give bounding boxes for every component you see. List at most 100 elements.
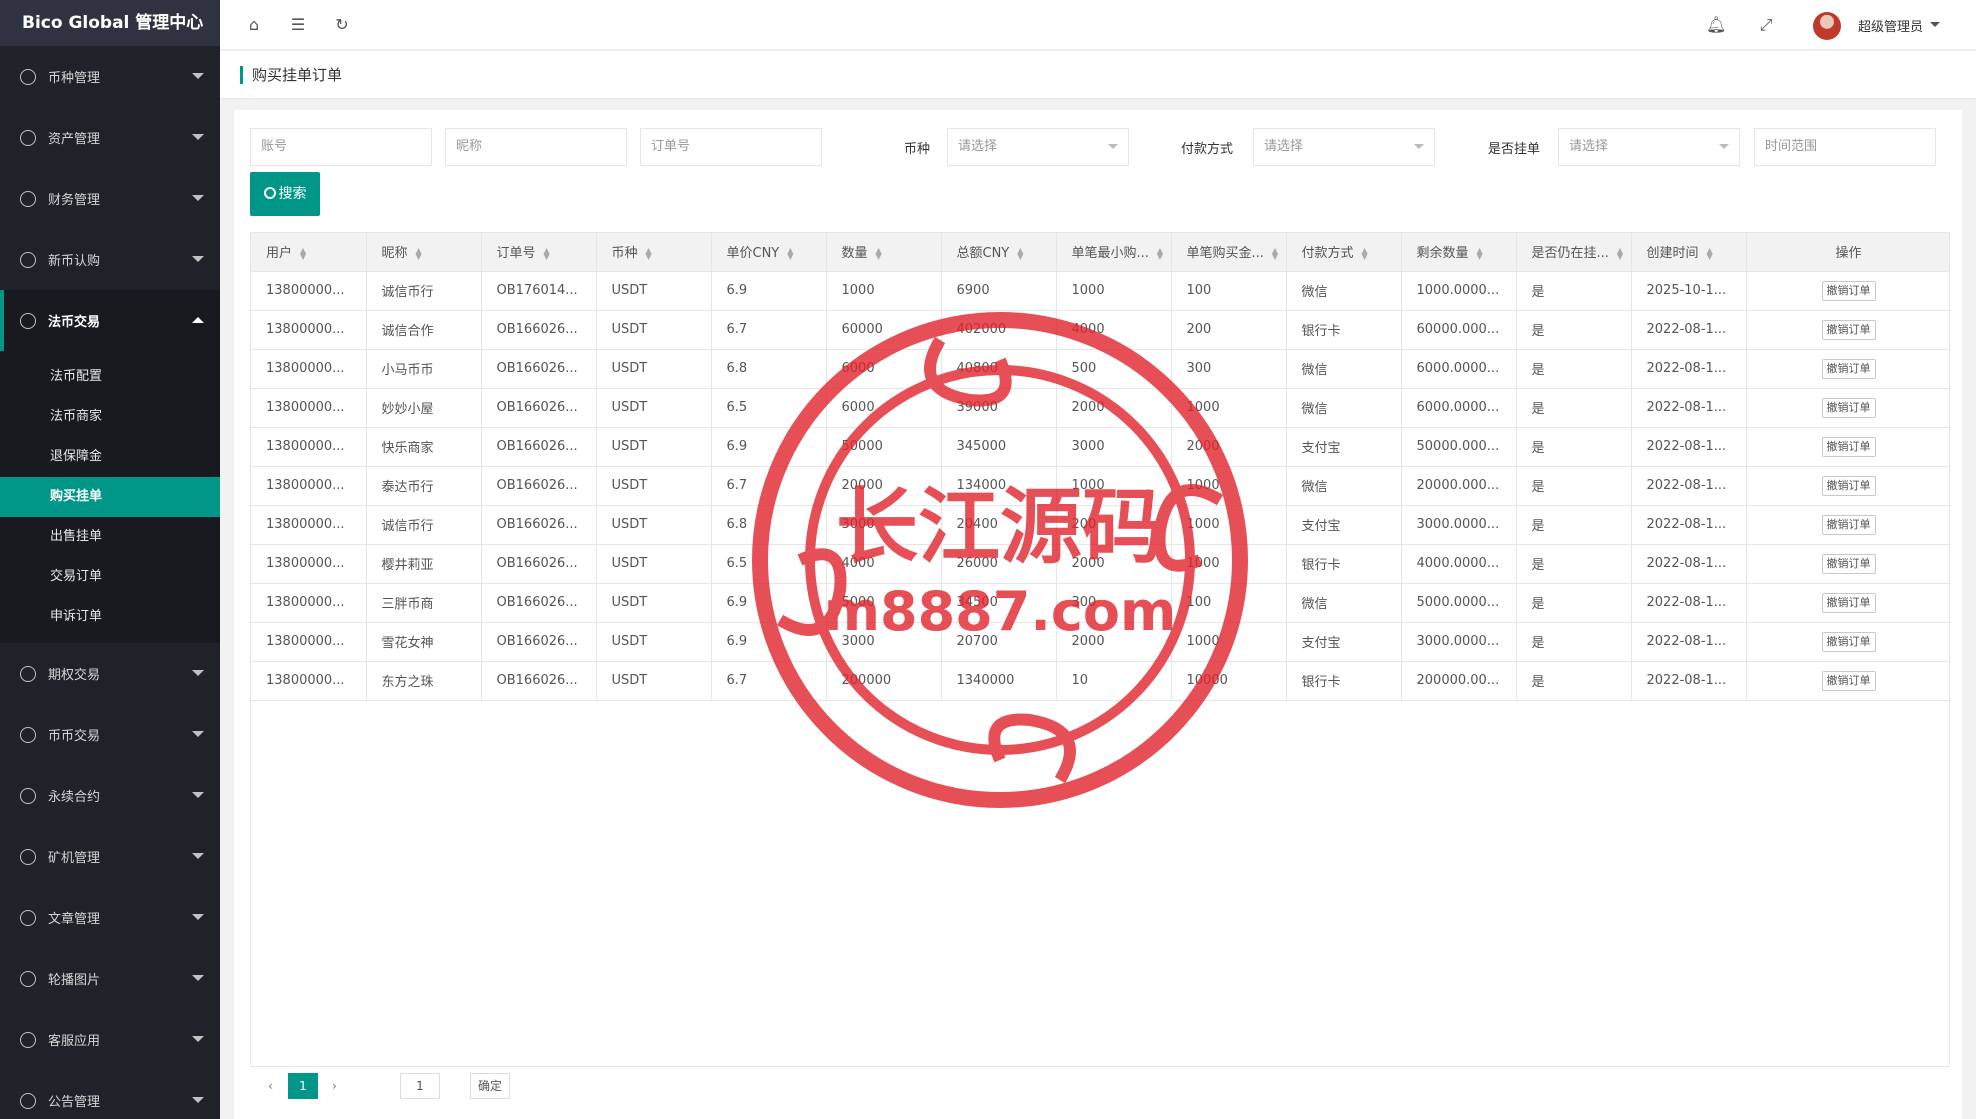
table-row: 13800000... 诚信币行 OB166026... USDT 6.8 3000 204… (251, 505, 1949, 545)
goto-confirm-button[interactable]: 确定 (470, 1073, 510, 1099)
table-cell: OB176014... (481, 271, 597, 311)
table-cell: 微信 (1286, 466, 1402, 506)
refresh-icon[interactable]: ↻ (332, 15, 352, 35)
sort-icon[interactable]: ▲ ▼ (1617, 246, 1625, 260)
sort-icon[interactable]: ▲ ▼ (1477, 246, 1485, 260)
page-current[interactable]: 1 (288, 1073, 318, 1099)
sidebar-item-3[interactable]: 新币认购 (0, 229, 220, 290)
account-input[interactable]: 账号 (250, 128, 432, 166)
column-header-label: 数量 (841, 246, 868, 262)
table-cell: 1000 (1171, 622, 1287, 662)
sidebar-item-1[interactable]: 资产管理 (0, 107, 220, 168)
column-header[interactable]: 币种 ▲ ▼ (596, 233, 712, 272)
subnav-item[interactable]: 申诉订单 (0, 597, 220, 637)
sidebar-item-8[interactable]: 矿机管理 (0, 826, 220, 887)
table-cell: OB166026... (481, 427, 597, 467)
sort-icon[interactable]: ▲ ▼ (300, 246, 308, 260)
subnav-item[interactable]: 法币商家 (0, 397, 220, 437)
column-header[interactable]: 单笔最小购... ▲ ▼ (1056, 233, 1172, 272)
column-header[interactable]: 总额CNY ▲ ▼ (941, 233, 1057, 272)
subnav-item[interactable]: 交易订单 (0, 557, 220, 597)
chevron-down-icon[interactable] (1930, 22, 1940, 27)
bell-icon[interactable]: 🔔︎ (1706, 15, 1726, 35)
sort-icon[interactable]: ▲ ▼ (544, 246, 552, 260)
avatar[interactable] (1813, 12, 1841, 40)
nickname-input[interactable]: 昵称 (445, 128, 627, 166)
sidebar-item-6[interactable]: 币币交易 (0, 704, 220, 765)
menu-toggle-icon[interactable]: ☰ (288, 15, 308, 35)
cancel-order-button[interactable]: 撤销订单 (1821, 475, 1876, 496)
cancel-order-button[interactable]: 撤销订单 (1821, 631, 1876, 652)
sort-icon[interactable]: ▲ ▼ (1272, 246, 1280, 260)
cancel-order-button[interactable]: 撤销订单 (1821, 670, 1876, 691)
column-header[interactable]: 单价CNY ▲ ▼ (711, 233, 827, 272)
table-cell: 6900 (941, 271, 1057, 311)
sort-icon[interactable]: ▲ ▼ (1157, 246, 1165, 260)
table-header-row: 用户 ▲ ▼ 昵称 ▲ ▼ 订单号 ▲ ▼ 币种 ▲ ▼ 单价CNY ▲ ▼ 数量 ▲ ▼ 总额CNY ▲ ▼ 单笔最小购… (251, 233, 1949, 272)
dollar-icon (20, 129, 36, 146)
subnav-item[interactable]: 出售挂单 (0, 517, 220, 557)
sidebar-item-7[interactable]: 永续合约 (0, 765, 220, 826)
chevron-down-icon (192, 792, 204, 798)
listed-select[interactable]: 请选择 (1558, 128, 1740, 166)
table-cell: 2022-08-1... (1631, 622, 1747, 662)
column-header[interactable]: 数量 ▲ ▼ (826, 233, 942, 272)
cancel-order-button[interactable]: 撤销订单 (1821, 553, 1876, 574)
table-cell: USDT (596, 310, 712, 350)
time-range-input[interactable]: 时间范围 (1754, 128, 1936, 166)
sort-icon[interactable]: ▲ ▼ (787, 246, 795, 260)
sidebar-item-0[interactable]: 币种管理 (0, 46, 220, 107)
sidebar-item-9[interactable]: 文章管理 (0, 887, 220, 948)
column-header[interactable]: 用户 ▲ ▼ (251, 233, 367, 272)
sort-icon[interactable]: ▲ ▼ (416, 246, 424, 260)
subnav-item[interactable]: 法币配置 (0, 357, 220, 397)
column-header[interactable]: 是否仍在挂... ▲ ▼ (1516, 233, 1632, 272)
prev-page-icon[interactable]: ‹ (268, 1073, 273, 1099)
cancel-order-button[interactable]: 撤销订单 (1821, 319, 1876, 340)
sidebar-item-4[interactable]: 法币交易 (0, 290, 220, 351)
sidebar-item-label: 新币认购 (48, 254, 101, 269)
sort-icon[interactable]: ▲ ▼ (1707, 246, 1715, 260)
cancel-order-button[interactable]: 撤销订单 (1821, 397, 1876, 418)
payment-select[interactable]: 请选择 (1253, 128, 1435, 166)
sidebar-item-10[interactable]: 轮播图片 (0, 948, 220, 1009)
subnav-item[interactable]: 购买挂单 (0, 477, 220, 517)
column-header[interactable]: 订单号 ▲ ▼ (481, 233, 597, 272)
column-header[interactable]: 昵称 ▲ ▼ (366, 233, 482, 272)
sort-icon[interactable]: ▲ ▼ (646, 246, 654, 260)
home-icon[interactable]: ⌂ (244, 15, 264, 35)
sidebar-item-5[interactable]: 期权交易 (0, 643, 220, 704)
table-row: 13800000... 妙妙小屋 OB166026... USDT 6.5 6000 390… (251, 388, 1949, 428)
cancel-order-button[interactable]: 撤销订单 (1821, 358, 1876, 379)
listed-select-value: 请选择 (1569, 139, 1609, 154)
sort-icon[interactable]: ▲ ▼ (1362, 246, 1370, 260)
table-cell: 4000.0000... (1401, 544, 1517, 584)
mining-icon (20, 848, 36, 865)
cancel-order-button[interactable]: 撤销订单 (1821, 280, 1876, 301)
fullscreen-icon[interactable]: ⤢ (1756, 15, 1776, 35)
table-cell: 20000 (826, 466, 942, 506)
sort-icon[interactable]: ▲ ▼ (876, 246, 884, 260)
sidebar-item-2[interactable]: 财务管理 (0, 168, 220, 229)
subnav-item[interactable]: 退保障金 (0, 437, 220, 477)
cancel-order-button[interactable]: 撤销订单 (1821, 514, 1876, 535)
column-header[interactable]: 单笔购买金... ▲ ▼ (1171, 233, 1287, 272)
sidebar-item-12[interactable]: 公告管理 (0, 1070, 220, 1119)
table-cell: 东方之珠 (366, 661, 482, 701)
next-page-icon[interactable]: › (332, 1073, 337, 1099)
cancel-order-button[interactable]: 撤销订单 (1821, 592, 1876, 613)
table-cell: 6.8 (711, 349, 827, 389)
column-header[interactable]: 剩余数量 ▲ ▼ (1401, 233, 1517, 272)
coin-select[interactable]: 请选择 (947, 128, 1129, 166)
search-button[interactable]: 搜索 (250, 172, 320, 216)
order-number-input[interactable]: 订单号 (640, 128, 822, 166)
goto-page-input[interactable]: 1 (400, 1073, 440, 1099)
column-header[interactable]: 创建时间 ▲ ▼ (1631, 233, 1747, 272)
admin-name[interactable]: 超级管理员 (1858, 16, 1923, 35)
cancel-order-button[interactable]: 撤销订单 (1821, 436, 1876, 457)
sort-icon[interactable]: ▲ ▼ (1017, 246, 1025, 260)
table-cell: 2022-08-1... (1631, 505, 1747, 545)
table-cell: 2000 (1056, 388, 1172, 428)
column-header[interactable]: 付款方式 ▲ ▼ (1286, 233, 1402, 272)
sidebar-item-11[interactable]: 客服应用 (0, 1009, 220, 1070)
